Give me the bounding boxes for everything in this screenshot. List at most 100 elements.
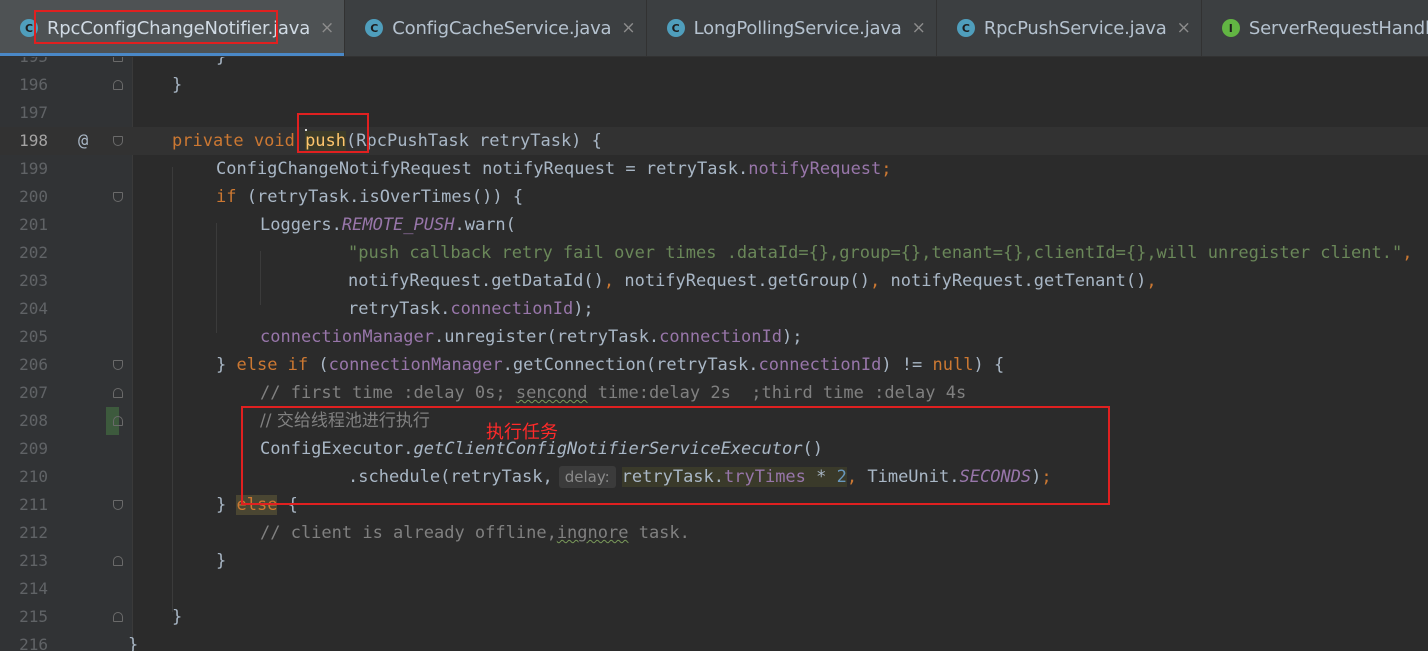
line-number: 208 xyxy=(19,411,48,430)
code-token: // client is already offline, xyxy=(260,523,557,543)
fold-icon[interactable] xyxy=(113,388,123,398)
code-text: } xyxy=(216,57,227,67)
line-number: 198 xyxy=(19,131,48,150)
code-line: 197 xyxy=(0,99,1428,127)
code-line: 201 Loggers.REMOTE_PUSH.warn( xyxy=(0,211,1428,239)
code-token: notifyRequest.getDataId() xyxy=(348,271,604,291)
code-token: getClientConfigNotifierServiceExecutor xyxy=(413,439,803,459)
code-line: 195 } xyxy=(0,57,1428,71)
code-token: .unregister(retryTask. xyxy=(434,327,660,347)
parameter-hint: delay: xyxy=(558,466,616,488)
tab-label: ServerRequestHandler.java xyxy=(1248,17,1428,39)
fold-icon[interactable] xyxy=(113,612,123,622)
line-number: 216 xyxy=(19,635,48,651)
code-token: retryTask. xyxy=(621,467,725,487)
code-token: task. xyxy=(628,523,690,543)
code-line: 207 // first time :delay 0s; sencond tim… xyxy=(0,379,1428,407)
code-comment: // client is already offline,ingnore tas… xyxy=(260,519,690,547)
code-token: () xyxy=(802,439,823,459)
code-line: 210 .schedule(retryTask, delay: retryTask.… xyxy=(0,463,1428,491)
editor-tab-bar: C RpcConfigChangeNotifier.java × C Confi… xyxy=(0,0,1428,57)
code-text: } xyxy=(216,551,227,571)
code-token: } xyxy=(216,495,237,515)
code-line: 203 notifyRequest.getDataId(), notifyReq… xyxy=(0,267,1428,295)
code-text: notifyRequest.getDataId(), notifyRequest… xyxy=(348,267,1157,295)
tab-rpc-push-service[interactable]: C RpcPushService.java × xyxy=(937,0,1202,56)
line-number: 205 xyxy=(19,327,48,346)
code-token: ( xyxy=(308,355,329,375)
code-token: ); xyxy=(782,327,803,347)
fold-icon[interactable] xyxy=(113,57,123,62)
code-token: ; xyxy=(1041,467,1052,487)
tab-long-polling-service[interactable]: C LongPollingService.java × xyxy=(647,0,937,56)
code-token: .schedule(retryTask, xyxy=(348,467,553,487)
fold-icon[interactable] xyxy=(113,416,123,426)
annotation-note: 执行任务 xyxy=(486,422,558,443)
line-number: 195 xyxy=(0,57,48,71)
code-line: 209 ConfigExecutor.getClientConfigNotifi… xyxy=(0,435,1428,463)
line-number: 206 xyxy=(19,355,48,374)
line-number: 214 xyxy=(19,579,48,598)
code-token: 2 xyxy=(836,467,847,487)
code-token: ) != xyxy=(881,355,933,375)
code-token: (retryTask.isOverTimes()) { xyxy=(236,187,524,207)
fold-icon[interactable] xyxy=(113,360,123,370)
code-token: retryTask.tryTimes * 2 xyxy=(621,467,847,487)
tab-server-request-handler[interactable]: I ServerRequestHandler.java × xyxy=(1202,0,1428,56)
line-number: 213 xyxy=(19,551,48,570)
code-comment: // 交给线程池进行执行 xyxy=(260,411,430,431)
close-icon[interactable]: × xyxy=(621,18,635,38)
code-line: 208 // 交给线程池进行执行 xyxy=(0,407,1428,435)
line-number: 211 xyxy=(19,495,48,514)
override-icon[interactable]: @ xyxy=(78,127,88,155)
code-text: if (retryTask.isOverTimes()) { xyxy=(216,183,523,211)
code-text: connectionManager.unregister(retryTask.c… xyxy=(260,323,802,351)
code-line: 196 } xyxy=(0,71,1428,99)
code-token: notifyRequest xyxy=(748,159,882,179)
code-token: .getConnection(retryTask. xyxy=(502,355,759,375)
line-number: 197 xyxy=(19,103,48,122)
line-number: 209 xyxy=(19,439,48,458)
close-icon[interactable]: × xyxy=(320,18,334,38)
line-number: 200 xyxy=(19,187,48,206)
code-token: (RpcPushTask retryTask) { xyxy=(346,131,602,151)
fold-icon[interactable] xyxy=(113,556,123,566)
interface-icon: I xyxy=(1221,19,1240,37)
class-icon: C xyxy=(956,19,975,37)
tab-config-cache-service[interactable]: C ConfigCacheService.java × xyxy=(345,0,647,56)
fold-icon[interactable] xyxy=(113,192,123,202)
fold-icon[interactable] xyxy=(113,136,123,146)
code-token: connectionId xyxy=(758,355,882,375)
close-icon[interactable]: × xyxy=(1177,18,1191,38)
line-number: 212 xyxy=(19,523,48,542)
code-token: .warn( xyxy=(454,215,516,235)
line-number: 207 xyxy=(19,383,48,402)
code-token: connectionId xyxy=(659,327,782,347)
code-token: { xyxy=(277,495,298,515)
code-line: 216 } xyxy=(0,631,1428,651)
code-line: 211 } else { xyxy=(0,491,1428,519)
code-text: } xyxy=(128,635,139,651)
code-line: 213 } xyxy=(0,547,1428,575)
code-token: ); xyxy=(573,299,594,319)
code-token: , xyxy=(870,271,891,291)
tab-rpc-config-change-notifier[interactable]: C RpcConfigChangeNotifier.java × xyxy=(0,0,346,56)
fold-icon[interactable] xyxy=(113,80,123,90)
code-token: // first time :delay 0s; xyxy=(260,383,516,403)
code-editor[interactable]: 195 } 196 } 197 198 @ private void push(… xyxy=(0,57,1428,651)
close-icon[interactable]: × xyxy=(912,18,926,38)
spelling-warning: ingnore xyxy=(556,523,629,543)
line-number: 215 xyxy=(19,607,48,626)
code-token: , xyxy=(1402,243,1413,263)
code-text: ConfigChangeNotifyRequest notifyRequest … xyxy=(216,155,892,183)
fold-icon[interactable] xyxy=(113,500,123,510)
line-number: 204 xyxy=(19,299,48,318)
code-token: ConfigChangeNotifyRequest notifyRequest … xyxy=(216,159,749,179)
code-token: else xyxy=(236,495,278,515)
code-token: * xyxy=(805,467,837,487)
code-token: ) { xyxy=(973,355,1005,375)
code-text: private void push(RpcPushTask retryTask)… xyxy=(172,127,602,155)
code-text: } xyxy=(172,607,183,627)
code-line: 204 retryTask.connectionId); xyxy=(0,295,1428,323)
code-text: Loggers.REMOTE_PUSH.warn( xyxy=(260,211,516,239)
